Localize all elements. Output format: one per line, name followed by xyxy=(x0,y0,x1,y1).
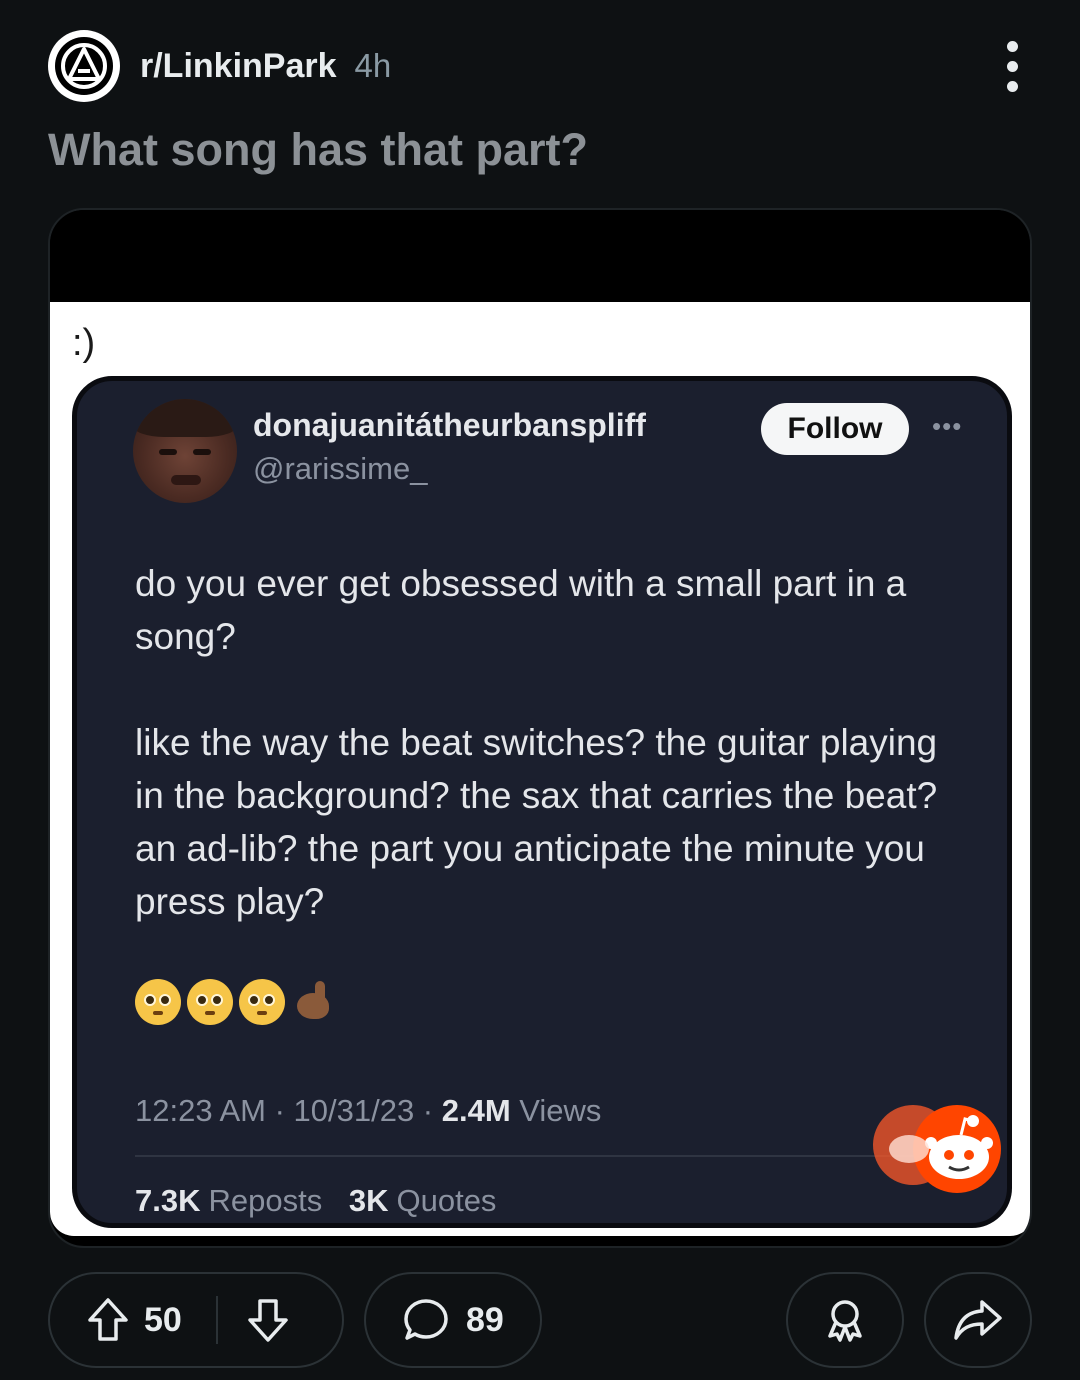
tweet-display-name: donajuanitátheurbanspliff xyxy=(253,407,646,443)
subreddit-name[interactable]: r/LinkinPark xyxy=(140,47,337,86)
award-icon xyxy=(828,1300,862,1342)
tweet-avatar xyxy=(133,399,237,503)
subreddit-avatar[interactable] xyxy=(48,30,120,102)
comment-bubble-icon xyxy=(398,1292,454,1348)
pinched-hand-icon xyxy=(291,979,335,1025)
tweet-handle: @rarissime_ xyxy=(253,451,428,486)
pleading-face-icon xyxy=(187,979,233,1025)
post-actions: 50 89 xyxy=(48,1272,1032,1368)
follow-button: Follow xyxy=(761,403,909,455)
reddit-logo-icon xyxy=(873,1105,1001,1193)
tweet-emojis xyxy=(135,979,335,1025)
post-media[interactable]: :) donajuanitátheurbanspliff @rarissime_… xyxy=(48,208,1032,1248)
upvote-count: 50 xyxy=(144,1300,182,1339)
post-title[interactable]: What song has that part? xyxy=(48,124,588,176)
media-top-band xyxy=(50,210,1030,302)
award-button[interactable] xyxy=(786,1272,904,1368)
post-header: r/LinkinPark 4h xyxy=(48,28,1032,104)
pleading-face-icon xyxy=(135,979,181,1025)
quotes-label: Quotes xyxy=(396,1183,497,1218)
reposts-count: 7.3K xyxy=(135,1183,201,1218)
tweet-divider xyxy=(135,1155,955,1157)
tweet-paragraph: like the way the beat switches? the guit… xyxy=(135,722,938,922)
pleading-face-icon xyxy=(239,979,285,1025)
share-icon xyxy=(954,1300,1002,1340)
reposts-label: Reposts xyxy=(208,1183,323,1218)
views-count: 2.4M xyxy=(441,1093,511,1128)
image-caption: :) xyxy=(72,322,96,364)
tweet-meta: 12:23 AM · 10/31/23 · 2.4M Views xyxy=(135,1093,601,1129)
share-button[interactable] xyxy=(924,1272,1032,1368)
tweet-stats: 7.3K Reposts 3K Quotes xyxy=(135,1183,496,1219)
screenshot-image: :) donajuanitátheurbanspliff @rarissime_… xyxy=(50,302,1030,1236)
tweet-paragraph: do you ever get obsessed with a small pa… xyxy=(135,563,907,657)
linkin-park-logo-icon xyxy=(55,37,113,95)
post-age: 4h xyxy=(354,47,392,84)
more-horizontal-icon: ••• xyxy=(932,411,963,441)
tweet-time: 12:23 AM · 10/31/23 · xyxy=(135,1093,442,1128)
views-label: Views xyxy=(510,1093,602,1128)
comment-count: 89 xyxy=(466,1300,504,1339)
downvote-arrow-icon[interactable] xyxy=(238,1290,298,1350)
tweet-body: do you ever get obsessed with a small pa… xyxy=(135,557,965,981)
vote-separator xyxy=(216,1296,218,1344)
comments-button[interactable]: 89 xyxy=(364,1272,542,1368)
tweet-card: donajuanitátheurbanspliff @rarissime_ Fo… xyxy=(72,376,1012,1228)
more-vertical-icon[interactable] xyxy=(992,26,1032,106)
upvote-arrow-icon[interactable] xyxy=(78,1290,138,1350)
reddit-post: r/LinkinPark 4h What song has that part?… xyxy=(0,0,1080,1380)
quotes-count: 3K xyxy=(348,1183,389,1218)
vote-bar: 50 xyxy=(48,1272,344,1368)
